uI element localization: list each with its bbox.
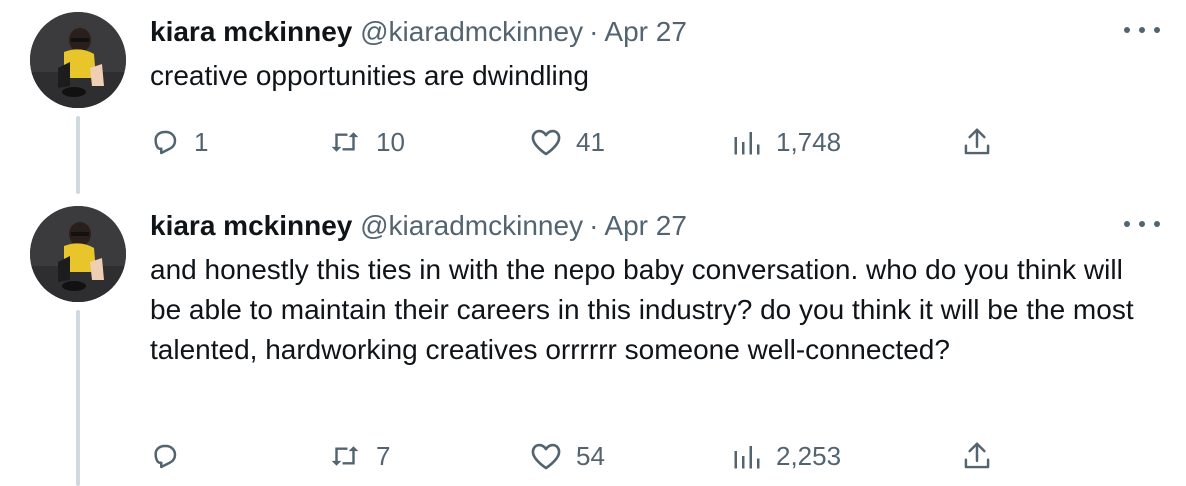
reply-button[interactable] [150, 436, 194, 476]
tweet-header: kiara mckinney @kiaradmckinney · Apr 27 [150, 208, 687, 244]
separator: · [589, 16, 599, 47]
reply-icon [150, 127, 180, 157]
tweet-actions: 7 54 2,253 [150, 436, 1030, 476]
like-count: 41 [576, 126, 605, 157]
like-button[interactable]: 54 [530, 436, 605, 476]
tweet-text: and honestly this ties in with the nepo … [150, 254, 1134, 365]
like-count: 54 [576, 440, 605, 471]
heart-icon [530, 127, 562, 157]
thread-line [76, 310, 80, 486]
thread-line [76, 116, 80, 194]
view-count: 2,253 [776, 440, 842, 471]
avatar[interactable] [30, 206, 126, 302]
tweet[interactable]: kiara mckinney @kiaradmckinney · Apr 27 an… [0, 194, 1186, 486]
retweet-button[interactable]: 7 [328, 436, 390, 476]
more-icon[interactable] [1124, 18, 1160, 42]
author-name[interactable]: kiara mckinney [150, 210, 352, 241]
views-icon [732, 441, 762, 471]
heart-icon [530, 441, 562, 471]
tweet-header: kiara mckinney @kiaradmckinney · Apr 27 [150, 14, 687, 50]
author-handle[interactable]: @kiaradmckinney [360, 210, 583, 241]
reply-button[interactable]: 1 [150, 122, 208, 162]
tweet-actions: 1 10 41 1,748 [150, 122, 1030, 162]
separator: · [589, 210, 599, 241]
retweet-count: 10 [376, 126, 405, 157]
retweet-icon [328, 127, 362, 157]
share-button[interactable] [962, 436, 992, 476]
views-icon [732, 127, 762, 157]
views-button[interactable]: 1,748 [732, 122, 841, 162]
retweet-button[interactable]: 10 [328, 122, 405, 162]
tweet[interactable]: kiara mckinney @kiaradmckinney · Apr 27 cr… [0, 0, 1186, 194]
tweet-date[interactable]: Apr 27 [604, 210, 687, 241]
like-button[interactable]: 41 [530, 122, 605, 162]
reply-icon [150, 441, 180, 471]
tweet-date[interactable]: Apr 27 [604, 16, 687, 47]
views-button[interactable]: 2,253 [732, 436, 841, 476]
more-icon[interactable] [1124, 212, 1160, 236]
tweet-text: creative opportunities are dwindling [150, 60, 589, 91]
author-handle[interactable]: @kiaradmckinney [360, 16, 583, 47]
retweet-count: 7 [376, 440, 391, 471]
author-name[interactable]: kiara mckinney [150, 16, 352, 47]
reply-count: 1 [194, 126, 209, 157]
avatar[interactable] [30, 12, 126, 108]
share-icon [962, 126, 992, 158]
retweet-icon [328, 441, 362, 471]
view-count: 1,748 [776, 126, 842, 157]
share-button[interactable] [962, 122, 992, 162]
share-icon [962, 440, 992, 472]
